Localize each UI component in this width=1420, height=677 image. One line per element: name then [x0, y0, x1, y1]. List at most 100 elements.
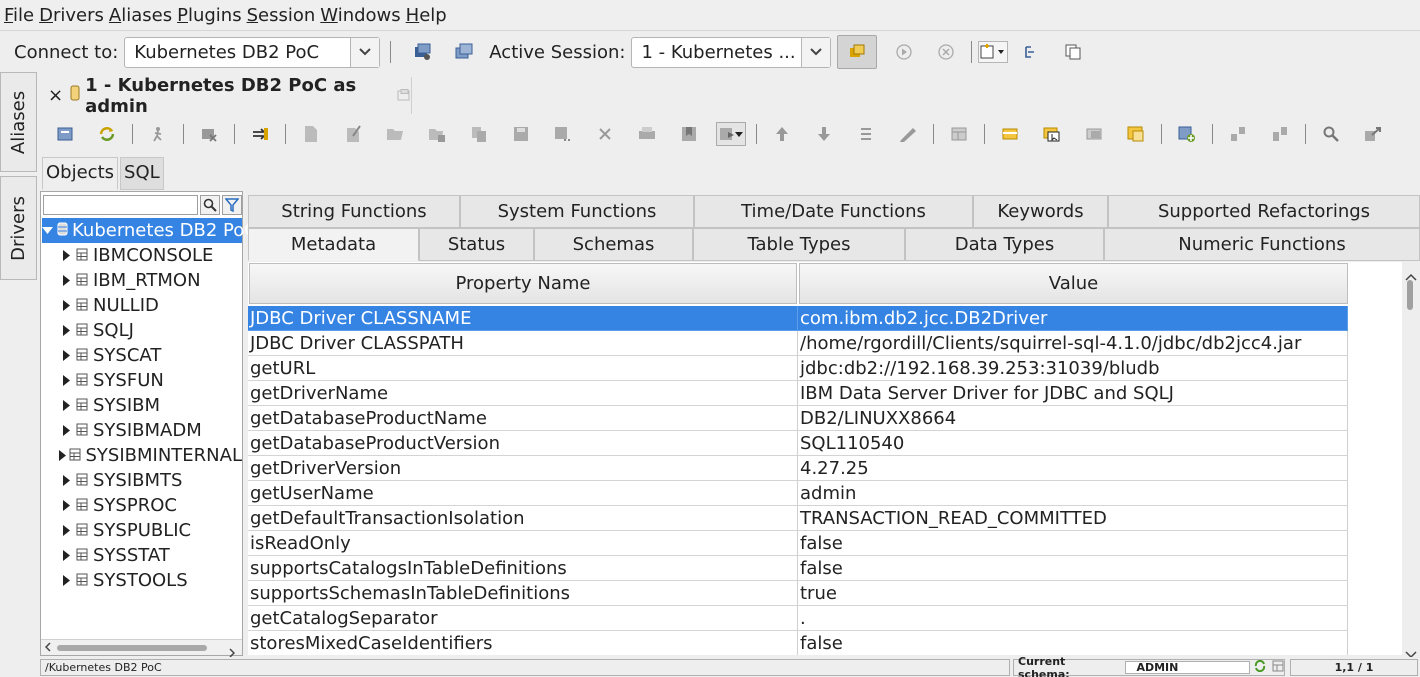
- table-row[interactable]: getURL jdbc:db2://192.168.39.253:31039/bl…: [248, 356, 1348, 381]
- session-window-icon[interactable]: [453, 41, 475, 63]
- search-icon[interactable]: [200, 195, 220, 215]
- property-name-cell[interactable]: getURL: [248, 356, 798, 381]
- property-value-cell[interactable]: false: [798, 556, 1348, 581]
- property-value-cell[interactable]: false: [798, 531, 1348, 556]
- tables-icon[interactable]: [989, 119, 1031, 149]
- tab-numeric-functions[interactable]: Numeric Functions: [1104, 228, 1420, 261]
- table-row[interactable]: getDriverName IBM Data Server Driver for …: [248, 381, 1348, 406]
- close-sql-icon[interactable]: [584, 119, 626, 149]
- tree-node-schema[interactable]: NULLID: [42, 293, 242, 318]
- property-name-cell[interactable]: getDriverName: [248, 381, 798, 406]
- run-icon[interactable]: [893, 41, 915, 63]
- tree-root-node[interactable]: Kubernetes DB2 PoC: [42, 218, 257, 243]
- property-value-cell[interactable]: .: [798, 606, 1348, 631]
- execute-all-icon[interactable]: [239, 119, 281, 149]
- table-chart-icon[interactable]: [1115, 119, 1157, 149]
- drivers-side-tab[interactable]: Drivers: [0, 176, 37, 280]
- table-row[interactable]: storesMixedCaseIdentifiers false: [248, 631, 1348, 655]
- session-tab[interactable]: × 1 - Kubernetes DB2 PoC as admin: [40, 75, 412, 117]
- add-bookmark-icon[interactable]: [1166, 119, 1208, 149]
- expand-arrow-icon[interactable]: [58, 350, 74, 361]
- filter-icon[interactable]: [222, 195, 242, 215]
- schema-table-icon[interactable]: [1272, 660, 1284, 675]
- table-select-icon[interactable]: [1031, 119, 1073, 149]
- session-properties-icon[interactable]: [44, 119, 86, 149]
- expand-arrow-icon[interactable]: [58, 250, 74, 261]
- refresh-session-icon[interactable]: [837, 35, 878, 69]
- new-file-icon[interactable]: [290, 119, 332, 149]
- property-name-cell[interactable]: JDBC Driver CLASSPATH: [248, 331, 798, 356]
- tree-node-schema[interactable]: SYSIBMTS: [42, 468, 242, 493]
- tab-schemas[interactable]: Schemas: [534, 228, 693, 261]
- expand-arrow-icon[interactable]: [58, 400, 74, 411]
- property-value-cell[interactable]: 4.27.25: [798, 456, 1348, 481]
- property-value-cell[interactable]: DB2/LINUXX8664: [798, 406, 1348, 431]
- split-vertical-icon[interactable]: [1259, 119, 1301, 149]
- property-value-cell[interactable]: admin: [798, 481, 1348, 506]
- property-name-cell[interactable]: getDriverVersion: [248, 456, 798, 481]
- expand-arrow-icon[interactable]: [58, 525, 74, 536]
- menu-windows[interactable]: Windows: [320, 5, 400, 26]
- menu-session[interactable]: Session: [247, 5, 316, 26]
- expand-arrow-icon[interactable]: [58, 475, 74, 486]
- property-name-cell[interactable]: storesMixedCaseIdentifiers: [248, 631, 798, 655]
- property-value-cell[interactable]: jdbc:db2://192.168.39.253:31039/bludb: [798, 356, 1348, 381]
- save-as-icon[interactable]: [542, 119, 584, 149]
- expand-arrow-icon[interactable]: [58, 300, 74, 311]
- property-value-cell[interactable]: TRANSACTION_READ_COMMITTED: [798, 506, 1348, 531]
- search-icon[interactable]: [1310, 119, 1352, 149]
- property-name-cell[interactable]: getDefaultTransactionIsolation: [248, 506, 798, 531]
- tree-node-schema[interactable]: SYSIBMINTERNAL: [42, 443, 242, 468]
- refresh-schema-icon[interactable]: [1254, 659, 1266, 675]
- table-row[interactable]: isReadOnly false: [248, 531, 1348, 556]
- copy-file-icon[interactable]: [458, 119, 500, 149]
- split-horizontal-icon[interactable]: [1217, 119, 1259, 149]
- save-icon[interactable]: [500, 119, 542, 149]
- property-name-cell[interactable]: getDatabaseProductName: [248, 406, 798, 431]
- chevron-down-icon[interactable]: [801, 37, 831, 67]
- tree-node-schema[interactable]: SYSTOOLS: [42, 568, 242, 593]
- expand-arrow-icon[interactable]: [58, 325, 74, 336]
- current-schema-value[interactable]: ADMIN: [1125, 661, 1250, 674]
- edit-file-icon[interactable]: [332, 119, 374, 149]
- connect-alias-combo[interactable]: Kubernetes DB2 PoC: [124, 36, 381, 68]
- property-value-cell[interactable]: com.ibm.db2.jcc.DB2Driver: [798, 306, 1348, 331]
- active-session-combo[interactable]: 1 - Kubernetes ...: [631, 36, 832, 68]
- property-name-cell[interactable]: supportsSchemasInTableDefinitions: [248, 581, 798, 606]
- property-value-cell[interactable]: true: [798, 581, 1348, 606]
- tree-node-schema[interactable]: SYSIBMADM: [42, 418, 242, 443]
- scroll-thumb[interactable]: [57, 645, 207, 651]
- tab-string-functions[interactable]: String Functions: [248, 195, 460, 228]
- close-session-button[interactable]: ×: [48, 85, 63, 106]
- tab-keywords[interactable]: Keywords: [973, 195, 1108, 228]
- property-name-cell[interactable]: getCatalogSeparator: [248, 606, 798, 631]
- open-file-icon[interactable]: [374, 119, 416, 149]
- tree-horizontal-scrollbar[interactable]: [41, 639, 242, 658]
- new-window-dropdown-icon[interactable]: [978, 41, 1009, 63]
- tile-windows-icon[interactable]: [1020, 41, 1042, 63]
- aliases-side-tab[interactable]: Aliases: [0, 72, 37, 172]
- history-dropdown-icon[interactable]: [710, 119, 752, 149]
- tree-node-schema[interactable]: SYSSTAT: [42, 543, 242, 568]
- table-list-icon[interactable]: [1073, 119, 1115, 149]
- tab-data-types[interactable]: Data Types: [905, 228, 1104, 261]
- menu-aliases[interactable]: Aliases: [109, 5, 172, 26]
- cascade-windows-icon[interactable]: [1062, 41, 1084, 63]
- tree-node-schema[interactable]: SYSPROC: [42, 493, 242, 518]
- table-row[interactable]: getCatalogSeparator.: [248, 606, 1348, 631]
- tab-status[interactable]: Status: [419, 228, 534, 261]
- tree-node-schema[interactable]: SYSFUN: [42, 368, 242, 393]
- menu-plugins[interactable]: Plugins: [177, 5, 241, 26]
- property-name-cell[interactable]: isReadOnly: [248, 531, 798, 556]
- expand-arrow-icon[interactable]: [58, 500, 74, 511]
- table-row[interactable]: supportsSchemasInTableDefinitions true: [248, 581, 1348, 606]
- menu-help[interactable]: Help: [406, 5, 447, 26]
- tree-node-schema[interactable]: SYSIBM: [42, 393, 242, 418]
- chevron-down-icon[interactable]: [350, 37, 380, 67]
- tab-sql[interactable]: SQL: [120, 157, 164, 190]
- property-name-cell[interactable]: getUserName: [248, 481, 798, 506]
- table-row[interactable]: JDBC Driver CLASSPATH/home/rgordill/Clie…: [248, 331, 1348, 356]
- table-row[interactable]: getDatabaseProductName DB2/LINUXX8664: [248, 406, 1348, 431]
- expand-arrow-icon[interactable]: [58, 575, 74, 586]
- tab-system-functions[interactable]: System Functions: [460, 195, 694, 228]
